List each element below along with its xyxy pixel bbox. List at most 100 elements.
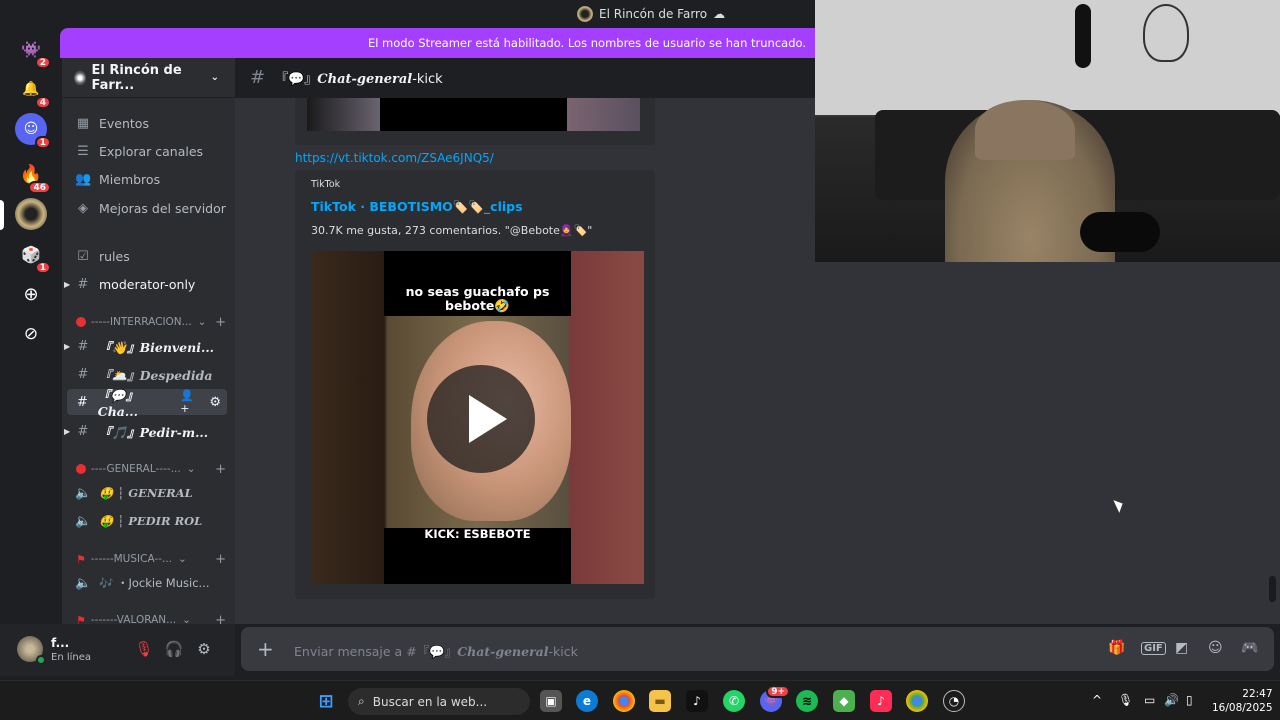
taskbar-search[interactable]: ⌕ Buscar en la web...: [348, 688, 530, 715]
previous-embed-left: [307, 98, 380, 131]
add-channel-icon[interactable]: +: [215, 552, 226, 567]
category-musica[interactable]: ⚑ ------MUSICA--... ⌄ +: [76, 550, 226, 568]
previous-embed-video[interactable]: [380, 98, 567, 131]
clock[interactable]: 22:47 16/08/2025: [1212, 687, 1273, 715]
notification-badge: 1: [34, 261, 51, 274]
battery-icon[interactable]: ▯: [1186, 693, 1193, 707]
file-explorer-icon[interactable]: ▬: [649, 690, 671, 712]
gear-icon[interactable]: ⚙: [209, 395, 221, 410]
play-icon[interactable]: [427, 365, 535, 473]
bluestacks-icon[interactable]: ◆: [833, 690, 855, 712]
bell-icon[interactable]: 🔔 4: [15, 73, 51, 109]
expand-arrow-icon: ▶: [64, 279, 71, 289]
chevron-up-icon[interactable]: ^: [1092, 693, 1102, 707]
category-label: -----INTERRACION...: [91, 316, 192, 328]
channel-moderator-only[interactable]: ▶ # moderator-only: [64, 271, 227, 297]
expand-arrow-icon: ▶: [64, 341, 71, 351]
chrome-profile-icon[interactable]: [906, 690, 928, 712]
network-icon[interactable]: ▭: [1144, 693, 1155, 707]
chevron-down-icon: ⌄: [197, 316, 207, 328]
headphones-icon[interactable]: 🎧: [164, 640, 184, 660]
channel-label: 🎶 ・Jockie Music...: [99, 576, 210, 590]
video-caption-top: no seas guachafo ps bebote🤣: [405, 284, 550, 313]
message-composer[interactable]: + Enviar mensaje a #『💬』Chat-general-kick…: [241, 627, 1274, 671]
channel-rules[interactable]: ☑ rules: [67, 243, 227, 269]
whatsapp-icon[interactable]: ✆: [723, 690, 745, 712]
game-server-icon[interactable]: 🎲 1: [15, 238, 51, 274]
obs-icon[interactable]: ◔: [943, 690, 965, 712]
webcam-microphone: [1080, 212, 1160, 252]
discord-icon[interactable]: 👾 9+: [760, 685, 790, 712]
voice-pedir-rol[interactable]: 🔈 🤑 ┆ PEDIR ROL: [67, 508, 227, 534]
channel-bienvenida[interactable]: ▶ # 『👋』Bienveni...: [64, 333, 227, 359]
microphone-icon[interactable]: 🎙: [1118, 693, 1133, 707]
chevron-down-icon: ⌄: [186, 463, 196, 475]
emoji-icon[interactable]: ☺: [1208, 640, 1223, 656]
red-flag-icon: ⚑: [76, 552, 86, 566]
fire-server-icon[interactable]: 🔥 46: [15, 158, 51, 194]
hash-icon: #: [77, 366, 89, 382]
voice-general[interactable]: 🔈 🤑 ┆ GENERAL: [67, 480, 227, 506]
nav-members-label: Miembros: [99, 171, 161, 187]
taskbar: ⊞ ⌕ Buscar en la web... ▣ e ▬ ♪ ✆ 👾 9+ ≋ ◆…: [0, 680, 1280, 720]
volume-icon[interactable]: 🔊: [1164, 693, 1179, 707]
gear-icon[interactable]: ⚙: [194, 640, 214, 660]
scrollbar[interactable]: [1269, 576, 1276, 602]
sticker-icon[interactable]: ◩: [1175, 640, 1188, 656]
hash-icon: #: [250, 67, 266, 88]
eye-server-icon[interactable]: [15, 198, 47, 230]
nav-boosts-label: Mejoras del servidor: [99, 200, 226, 216]
previous-embed-right: [567, 98, 640, 131]
message-list-extension: [815, 262, 1280, 624]
channel-pedir-musica[interactable]: ▶ # 『🎵』Pedir-m...: [64, 418, 227, 444]
tiktok-live-icon[interactable]: ♪: [870, 690, 892, 712]
explore-compass-icon[interactable]: ⊘: [15, 318, 47, 350]
notification-badge: 46: [28, 181, 51, 194]
gamepad-icon[interactable]: 🎮: [1241, 640, 1258, 656]
channel-suffix: -kick: [412, 72, 443, 87]
windows-start-icon[interactable]: ⊞: [315, 690, 337, 712]
nav-boosts[interactable]: ◈ Mejoras del servidor: [67, 195, 227, 221]
gif-icon[interactable]: GIF: [1141, 642, 1166, 655]
placeholder-suffix: -kick: [548, 644, 578, 659]
user-name: f...: [51, 636, 70, 650]
streamer-mode-text: El modo Streamer está habilitado. Los no…: [367, 36, 806, 50]
server-header[interactable]: El Rincón de Farr... ⌄: [62, 58, 235, 98]
tiktok-icon[interactable]: ♪: [686, 690, 708, 712]
boost-icon: ◈: [78, 200, 88, 216]
add-attachment-icon[interactable]: +: [257, 637, 274, 661]
nav-members[interactable]: 👥 Miembros: [67, 166, 227, 192]
placeholder-italic: Chat-general: [457, 644, 549, 659]
channel-despedida[interactable]: # 『🌥️』Despedida: [67, 361, 227, 387]
speaker-icon: 🔈: [75, 575, 92, 591]
discord-home-icon[interactable]: 👾 2: [15, 33, 51, 69]
notification-badge: 2: [34, 56, 51, 69]
discord-server-icon[interactable]: ☺ 1: [15, 113, 51, 149]
add-server-icon[interactable]: ⊕: [15, 278, 47, 310]
gift-icon[interactable]: 🎁: [1108, 640, 1125, 656]
tiktok-link[interactable]: https://vt.tiktok.com/ZSAe6JNQ5/: [295, 151, 494, 165]
invite-icon[interactable]: 👤+: [180, 389, 201, 415]
channel-italic: Chat-general: [317, 72, 413, 87]
clock-time: 22:47: [1242, 688, 1273, 700]
category-interacciones[interactable]: -----INTERRACION... ⌄ +: [76, 313, 226, 331]
embed-title[interactable]: TikTok · BEBOTISMO🏷️🏷️_clips: [311, 199, 523, 215]
edge-icon[interactable]: e: [576, 690, 598, 712]
channel-label: 『👋』Bienveni...: [99, 339, 215, 355]
search-icon: ⌕: [358, 694, 365, 708]
category-general[interactable]: ----GENERAL----... ⌄ +: [76, 460, 226, 478]
task-view-icon[interactable]: ▣: [540, 690, 562, 712]
spotify-icon[interactable]: ≋: [796, 690, 818, 712]
message-input[interactable]: Enviar mensaje a #『💬』Chat-general-kick: [294, 641, 578, 660]
speaker-icon: 🔈: [75, 485, 92, 501]
add-channel-icon[interactable]: +: [215, 315, 226, 330]
nav-explore[interactable]: ☰ Explorar canales: [67, 138, 227, 164]
voice-jockie-music[interactable]: 🔈 🎶 ・Jockie Music...: [67, 570, 227, 596]
nav-events[interactable]: ▦ Eventos: [67, 110, 227, 136]
video-thumbnail[interactable]: no seas guachafo ps bebote🤣 KICK: ESBEBO…: [311, 251, 644, 584]
chrome-icon[interactable]: [613, 690, 635, 712]
add-channel-icon[interactable]: +: [215, 462, 226, 477]
channel-chat-general[interactable]: # 『💬』Cha... 👤+ ⚙: [67, 388, 227, 419]
active-server-pill: [0, 200, 4, 230]
mic-muted-icon[interactable]: 🎙: [134, 640, 154, 660]
